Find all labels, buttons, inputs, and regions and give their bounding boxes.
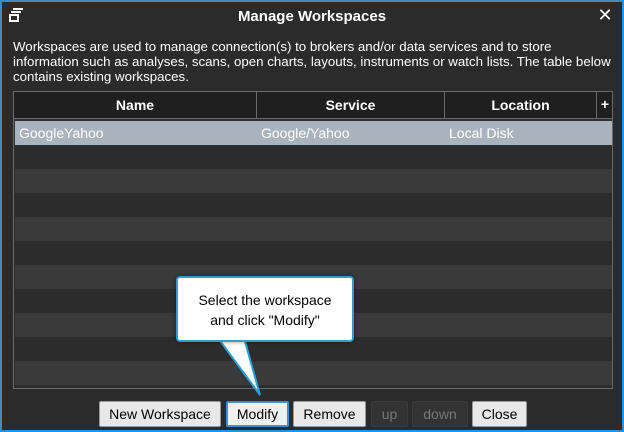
close-icon[interactable]: ✕ [596, 6, 614, 24]
remove-button[interactable]: Remove [293, 401, 366, 427]
cell-service: Google/Yahoo [261, 125, 350, 141]
column-header-service[interactable]: Service [257, 92, 445, 119]
empty-row [15, 241, 612, 265]
title-bar[interactable]: Manage Workspaces ✕ [2, 2, 622, 32]
workspaces-table: Name Service Location + GoogleYahoo Goog… [13, 91, 613, 389]
empty-row [15, 169, 612, 193]
cell-location: Local Disk [449, 125, 514, 141]
column-header-name[interactable]: Name [14, 92, 257, 119]
cell-name: GoogleYahoo [19, 125, 104, 141]
modify-button[interactable]: Modify [226, 401, 289, 427]
callout-line-2: and click "Modify" [210, 312, 320, 328]
close-button[interactable]: Close [472, 401, 527, 427]
column-header-location[interactable]: Location [445, 92, 597, 119]
empty-row [15, 193, 612, 217]
empty-row [15, 361, 612, 385]
description-text: Workspaces are used to manage connection… [13, 39, 611, 84]
callout-line-1: Select the workspace [198, 292, 332, 308]
table-row[interactable]: GoogleYahoo Google/Yahoo Local Disk [15, 121, 612, 145]
table-body: GoogleYahoo Google/Yahoo Local Disk [15, 121, 612, 388]
empty-row [15, 217, 612, 241]
down-button[interactable]: down [412, 401, 468, 427]
manage-workspaces-dialog: Manage Workspaces ✕ Workspaces are used … [0, 0, 624, 432]
new-workspace-button[interactable]: New Workspace [99, 401, 221, 427]
empty-row [15, 145, 612, 169]
empty-row [15, 385, 612, 388]
up-button[interactable]: up [371, 401, 408, 427]
instruction-callout: Select the workspace and click "Modify" [176, 276, 354, 342]
table-header: Name Service Location + [14, 92, 612, 119]
plus-icon[interactable]: + [598, 92, 612, 119]
callout-pointer [216, 338, 261, 396]
dialog-title: Manage Workspaces [237, 8, 387, 25]
